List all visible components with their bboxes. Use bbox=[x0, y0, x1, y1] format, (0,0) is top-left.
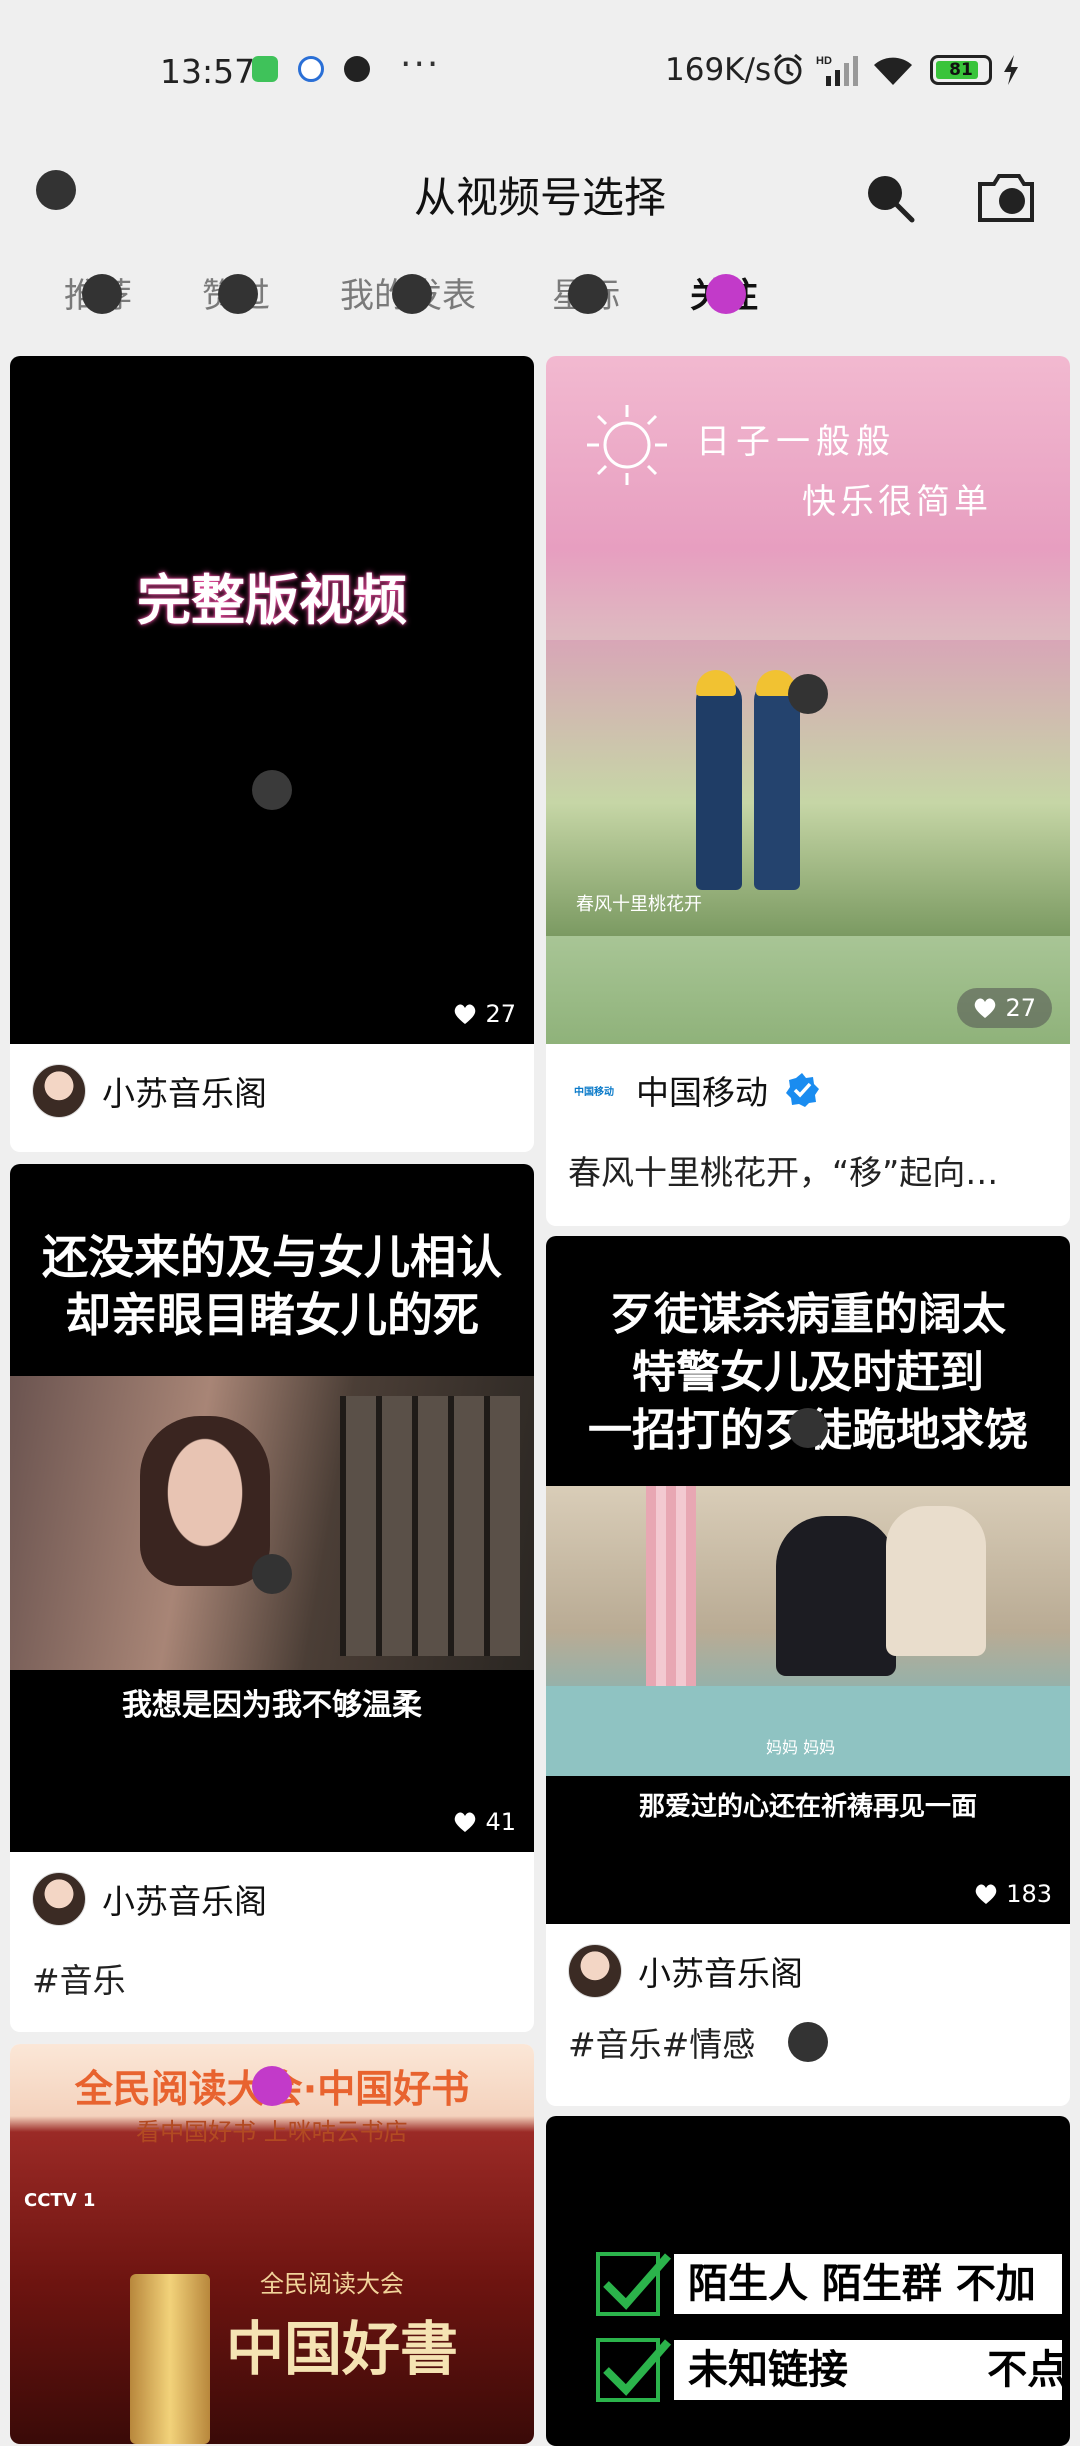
tab-marker bbox=[218, 274, 258, 314]
poster-small-text: 全民阅读大会 bbox=[260, 2270, 404, 2298]
cmcc-logo: 中国移动 bbox=[574, 1086, 614, 1098]
net-speed: 169K/s bbox=[665, 52, 772, 88]
thumbnail-title: 还没来的及与女儿相认 却亲眼目睹女儿的死 bbox=[42, 1230, 502, 1342]
app-panda-icon bbox=[344, 56, 370, 82]
banner-subtitle: 看中国好书 上咪咕云书店 bbox=[136, 2118, 408, 2146]
video-thumbnail[interactable]: 陌生人 陌生群 不加 未知链接 不点 bbox=[546, 2116, 1070, 2446]
video-frame bbox=[10, 1376, 534, 1670]
overlay-line-1: 日子一般般 bbox=[696, 422, 896, 462]
poster-big-text: 中国好書 bbox=[226, 2315, 459, 2383]
alarm-icon bbox=[774, 53, 802, 85]
page-title: 从视频号选择 bbox=[413, 173, 666, 222]
signal-icon: HD bbox=[816, 55, 858, 86]
check-icon bbox=[596, 2252, 672, 2316]
avatar bbox=[568, 1944, 622, 1998]
video-description: #音乐 bbox=[32, 1961, 126, 2000]
verified-badge-icon bbox=[786, 1073, 819, 1107]
checklist-item: 陌生人 陌生群 不加 bbox=[596, 2252, 1062, 2316]
heart-icon bbox=[455, 1812, 476, 1832]
heart-icon bbox=[455, 1004, 476, 1024]
thumbnail-title: 完整版视频 bbox=[137, 569, 407, 632]
battery-icon: 81 bbox=[930, 55, 992, 85]
video-thumbnail[interactable]: 日子一般般 快乐很简单 春风十里桃花开 27 bbox=[546, 356, 1070, 1044]
avatar bbox=[32, 1872, 86, 1926]
heart-icon bbox=[975, 1884, 997, 1904]
overlay-line-2: 快乐很简单 bbox=[802, 482, 992, 522]
frame-caption: 妈妈 妈妈 bbox=[766, 1738, 836, 1757]
sun-doodle-icon bbox=[587, 405, 667, 485]
like-count: 183 bbox=[974, 1880, 1052, 1908]
top-bar: 从视频号选择 bbox=[0, 130, 1080, 260]
subtitle-text: 那爱过的心还在祈祷再见一面 bbox=[638, 1792, 977, 1822]
play-marker bbox=[788, 1408, 828, 1448]
app-blue-icon bbox=[298, 56, 324, 82]
video-thumbnail[interactable]: 完整版视频 27 bbox=[10, 356, 534, 1044]
video-card[interactable]: 还没来的及与女儿相认 却亲眼目睹女儿的死 我想是因为我不够温柔 41 小苏音乐阁… bbox=[10, 1164, 534, 2032]
tab-marker bbox=[392, 274, 432, 314]
heart-icon bbox=[975, 998, 996, 1018]
status-time: 13:57 bbox=[160, 52, 256, 91]
status-bar: 13:57 ··· 169K/s HD 81 bbox=[0, 0, 1080, 140]
video-card[interactable]: 完整版视频 27 小苏音乐阁 bbox=[10, 356, 534, 1152]
author-name: 小苏音乐阁 bbox=[638, 1954, 803, 1993]
author-row[interactable]: 小苏音乐阁 bbox=[568, 1944, 803, 1998]
like-count: 27 bbox=[957, 988, 1052, 1028]
book-image bbox=[130, 2274, 210, 2444]
tab-marker bbox=[252, 2066, 292, 2106]
author-name: 中国移动 bbox=[636, 1073, 768, 1112]
play-marker bbox=[252, 1554, 292, 1594]
video-description: #音乐#情感 bbox=[568, 2025, 756, 2064]
video-card[interactable]: 日子一般般 快乐很简单 春风十里桃花开 27 中国移动 中国移动 春风十里桃花开… bbox=[546, 356, 1070, 1226]
frame-caption: 春风十里桃花开 bbox=[576, 894, 702, 915]
wifi-icon bbox=[874, 57, 912, 85]
video-card[interactable]: 全民阅读大会·中国好书 看中国好书 上咪咕云书店 CCTV 1 全民阅读大会 中… bbox=[10, 2044, 534, 2444]
like-count: 41 bbox=[453, 1808, 516, 1836]
tab-marker bbox=[82, 274, 122, 314]
svg-text:HD: HD bbox=[816, 55, 832, 67]
more-notifications-icon: ··· bbox=[400, 44, 441, 85]
checklist-item: 未知链接 不点 bbox=[596, 2338, 1067, 2402]
check-icon bbox=[596, 2338, 672, 2402]
like-count: 27 bbox=[453, 1000, 516, 1028]
video-frame: 妈妈 妈妈 bbox=[546, 1486, 1070, 1776]
author-row[interactable]: 中国移动 中国移动 bbox=[568, 1064, 820, 1116]
video-card[interactable]: 陌生人 陌生群 不加 未知链接 不点 bbox=[546, 2116, 1070, 2446]
play-marker bbox=[788, 674, 828, 714]
video-thumbnail[interactable]: 还没来的及与女儿相认 却亲眼目睹女儿的死 我想是因为我不够温柔 41 bbox=[10, 1164, 534, 1852]
search-icon[interactable] bbox=[862, 170, 916, 224]
tag-marker bbox=[788, 2022, 828, 2062]
author-row[interactable]: 小苏音乐阁 bbox=[32, 1872, 267, 1926]
video-thumbnail[interactable]: 歹徒谋杀病重的阔太 特警女儿及时赶到 一招打的歹徒跪地求饶 妈妈 妈妈 那爱过的… bbox=[546, 1236, 1070, 1924]
author-row[interactable]: 小苏音乐阁 bbox=[32, 1064, 267, 1118]
app-green-icon bbox=[252, 56, 278, 82]
video-thumbnail[interactable]: 全民阅读大会·中国好书 看中国好书 上咪咕云书店 CCTV 1 全民阅读大会 中… bbox=[10, 2044, 534, 2444]
author-name: 小苏音乐阁 bbox=[102, 1074, 267, 1113]
play-marker bbox=[252, 770, 292, 810]
tab-marker bbox=[706, 274, 746, 314]
tab-marker bbox=[568, 274, 608, 314]
tv-logo: CCTV 1 bbox=[24, 2190, 96, 2211]
camera-icon[interactable] bbox=[976, 170, 1036, 224]
video-description: 春风十里桃花开，“移”起向… bbox=[568, 1153, 999, 1192]
subtitle-text: 我想是因为我不够温柔 bbox=[122, 1688, 422, 1723]
tab-bar: 推荐 赞过 我的发表 星标 关注 bbox=[0, 260, 1080, 340]
charging-icon bbox=[1004, 55, 1018, 85]
video-card[interactable]: 歹徒谋杀病重的阔太 特警女儿及时赶到 一招打的歹徒跪地求饶 妈妈 妈妈 那爱过的… bbox=[546, 1236, 1070, 2106]
avatar bbox=[32, 1064, 86, 1118]
author-name: 小苏音乐阁 bbox=[102, 1882, 267, 1921]
